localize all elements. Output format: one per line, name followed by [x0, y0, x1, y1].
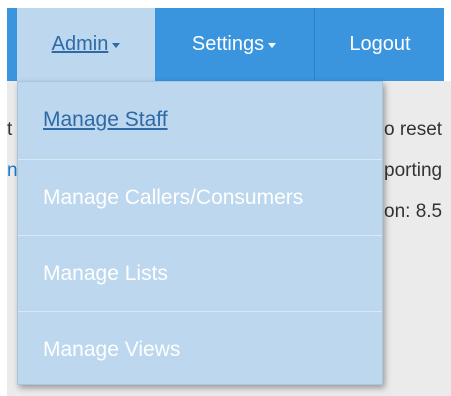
- nav-settings-label: Settings: [191, 33, 265, 55]
- nav-admin-dropdown[interactable]: Admin: [17, 8, 155, 81]
- background-link-fragment[interactable]: n: [7, 160, 18, 182]
- caret-down-icon: [268, 43, 277, 48]
- menu-item-label: Manage Staff: [43, 108, 168, 131]
- menu-item-manage-staff[interactable]: Manage Staff: [18, 82, 382, 158]
- admin-dropdown-menu: Manage Staff Manage Callers/Consumers Ma…: [17, 81, 383, 385]
- background-text-fragment: porting: [384, 160, 443, 181]
- menu-item-label: Manage Lists: [43, 262, 168, 285]
- nav-logout-link[interactable]: Logout: [314, 8, 445, 81]
- menu-item-label: Manage Views: [43, 338, 181, 361]
- menu-item-manage-lists[interactable]: Manage Lists: [18, 236, 382, 312]
- nav-logout-label: Logout: [349, 33, 411, 55]
- background-text-fragment: t: [7, 119, 13, 140]
- background-text-fragment: o reset: [384, 119, 443, 140]
- menu-item-manage-callers-consumers[interactable]: Manage Callers/Consumers: [18, 160, 382, 236]
- caret-down-icon: [112, 43, 121, 48]
- nav-settings-dropdown[interactable]: Settings: [155, 8, 313, 81]
- background-text-fragment: on: 8.5: [384, 201, 443, 222]
- menu-item-label: Manage Callers/Consumers: [43, 186, 304, 209]
- nav-admin-label: Admin: [51, 33, 109, 55]
- menu-item-manage-views[interactable]: Manage Views: [18, 312, 382, 388]
